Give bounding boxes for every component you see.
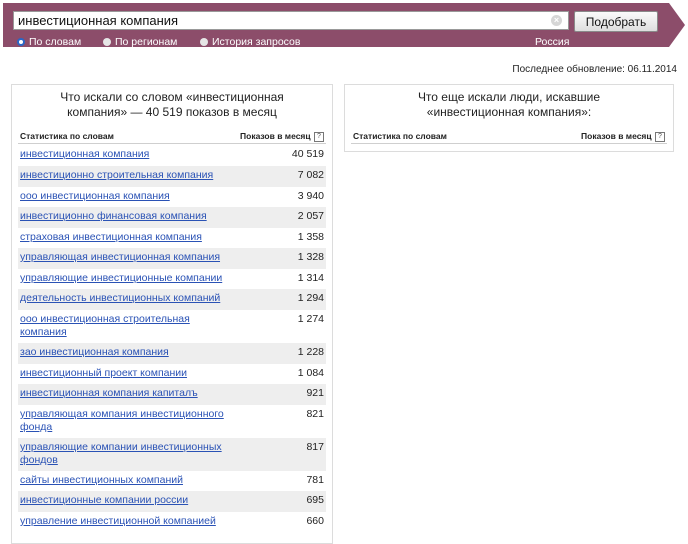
impressions-count: 3 940 [297,190,324,202]
panel-title-line: «инвестиционная компания»: [426,105,592,119]
table-row: управляющие инвестиционные компании 1 314 [18,269,326,289]
keyword-link[interactable]: инвестиционные компании россии [20,494,240,507]
header-arrow-tip [669,3,685,47]
clear-icon[interactable]: × [551,15,562,26]
column-header-count-label: Показов в месяц [240,131,311,141]
panel-title-line: компания» — 40 519 показов в месяц [67,105,277,119]
tab-label: История запросов [212,36,301,48]
table-row: управляющая компания инвестиционного фон… [18,405,326,438]
tab-by-words[interactable]: По словам [17,36,81,48]
search-box[interactable]: × [13,11,569,30]
keyword-link[interactable]: управляющие инвестиционные компании [20,272,240,285]
keyword-link[interactable]: инвестиционная компания [20,148,240,161]
impressions-count: 2 057 [297,210,324,222]
keyword-link[interactable]: управление инвестиционной компанией [20,515,240,528]
impressions-count: 1 274 [297,313,324,325]
submit-button[interactable]: Подобрать [574,11,658,32]
table-row: сайты инвестиционных компаний 781 [18,471,326,491]
keyword-link[interactable]: инвестиционный проект компании [20,367,240,380]
keyword-link[interactable]: управляющие компании инвестиционных фонд… [20,441,234,467]
table-row: управление инвестиционной компанией 660 [18,512,326,532]
tab-label: По регионам [115,36,178,48]
tab-by-regions[interactable]: По регионам [103,36,177,48]
impressions-count: 781 [306,474,324,486]
keyword-stats-panel: Что искали со словом «инвестиционная ком… [11,84,333,544]
help-icon[interactable]: ? [655,131,665,142]
related-queries-panel: Что еще искали люди, искавшие «инвестици… [344,84,674,152]
radio-unchecked-icon [200,38,208,46]
column-header-count-label: Показов в месяц [581,131,652,141]
impressions-count: 40 519 [291,148,324,160]
keyword-link[interactable]: управляющая компания инвестиционного фон… [20,408,234,434]
table-row: инвестиционная компания капиталъ 921 [18,384,326,405]
header-divider [351,143,667,144]
impressions-count: 817 [306,441,324,453]
radio-checked-icon [17,38,25,46]
header-divider [18,143,326,144]
help-icon[interactable]: ? [314,131,324,142]
keyword-link[interactable]: ооо инвестиционная компания [20,190,240,203]
table-row: инвестиционно строительная компания 7 082 [18,166,326,187]
column-header-count: Показов в месяц ? [581,131,665,142]
keyword-link[interactable]: страховая инвестиционная компания [20,231,240,244]
table-row: инвестиционно финансовая компания 2 057 [18,207,326,228]
impressions-count: 1 228 [297,346,324,358]
table-row: управляющие компании инвестиционных фонд… [18,438,326,471]
impressions-count: 1 084 [297,367,324,379]
search-input[interactable] [18,13,548,28]
impressions-count: 1 314 [297,272,324,284]
keyword-link[interactable]: зао инвестиционная компания [20,346,240,359]
column-header-keywords: Статистика по словам [20,131,114,141]
table-row: зао инвестиционная компания 1 228 [18,343,326,364]
keyword-link[interactable]: ооо инвестиционная строительная компания [20,313,200,339]
column-header-keywords: Статистика по словам [353,131,447,141]
table-row: ооо инвестиционная компания 3 940 [18,187,326,207]
table-row: страховая инвестиционная компания 1 358 [18,228,326,248]
tab-query-history[interactable]: История запросов [200,36,300,48]
panel-title-line: Что еще искали люди, искавшие [417,90,601,104]
table-row: инвестиционные компании россии 695 [18,491,326,512]
impressions-count: 921 [306,387,324,399]
panel-title: Что еще искали люди, искавшие «инвестици… [353,90,665,120]
panel-title: Что искали со словом «инвестиционная ком… [20,90,324,120]
impressions-count: 1 294 [297,292,324,304]
keyword-link[interactable]: управляющая инвестиционная компания [20,251,240,264]
impressions-count: 7 082 [297,169,324,181]
search-header-bar: × Подобрать По словам По регионам Истори… [3,3,669,49]
keyword-link[interactable]: инвестиционно финансовая компания [20,210,240,223]
table-row: управляющая инвестиционная компания 1 328 [18,248,326,269]
table-row: деятельность инвестиционных компаний 1 29… [18,289,326,310]
region-link[interactable]: Россия [535,36,570,49]
impressions-count: 695 [306,494,324,506]
keyword-link[interactable]: инвестиционно строительная компания [20,169,240,182]
impressions-count: 1 358 [297,231,324,243]
keyword-link[interactable]: сайты инвестиционных компаний [20,474,240,487]
table-row: инвестиционный проект компании 1 084 [18,364,326,384]
impressions-count: 821 [306,408,324,420]
table-row: инвестиционная компания 40 519 [18,145,326,166]
keyword-link[interactable]: деятельность инвестиционных компаний [20,292,240,305]
table-row: ооо инвестиционная строительная компания… [18,310,326,343]
keyword-link[interactable]: инвестиционная компания капиталъ [20,387,240,400]
column-header-count: Показов в месяц ? [240,131,324,142]
impressions-count: 1 328 [297,251,324,263]
radio-unchecked-icon [103,38,111,46]
panel-title-line: Что искали со словом «инвестиционная [60,90,284,104]
tab-label: По словам [29,36,82,48]
last-update-text: Последнее обновление: 06.11.2014 [512,64,677,75]
impressions-count: 660 [306,515,324,527]
